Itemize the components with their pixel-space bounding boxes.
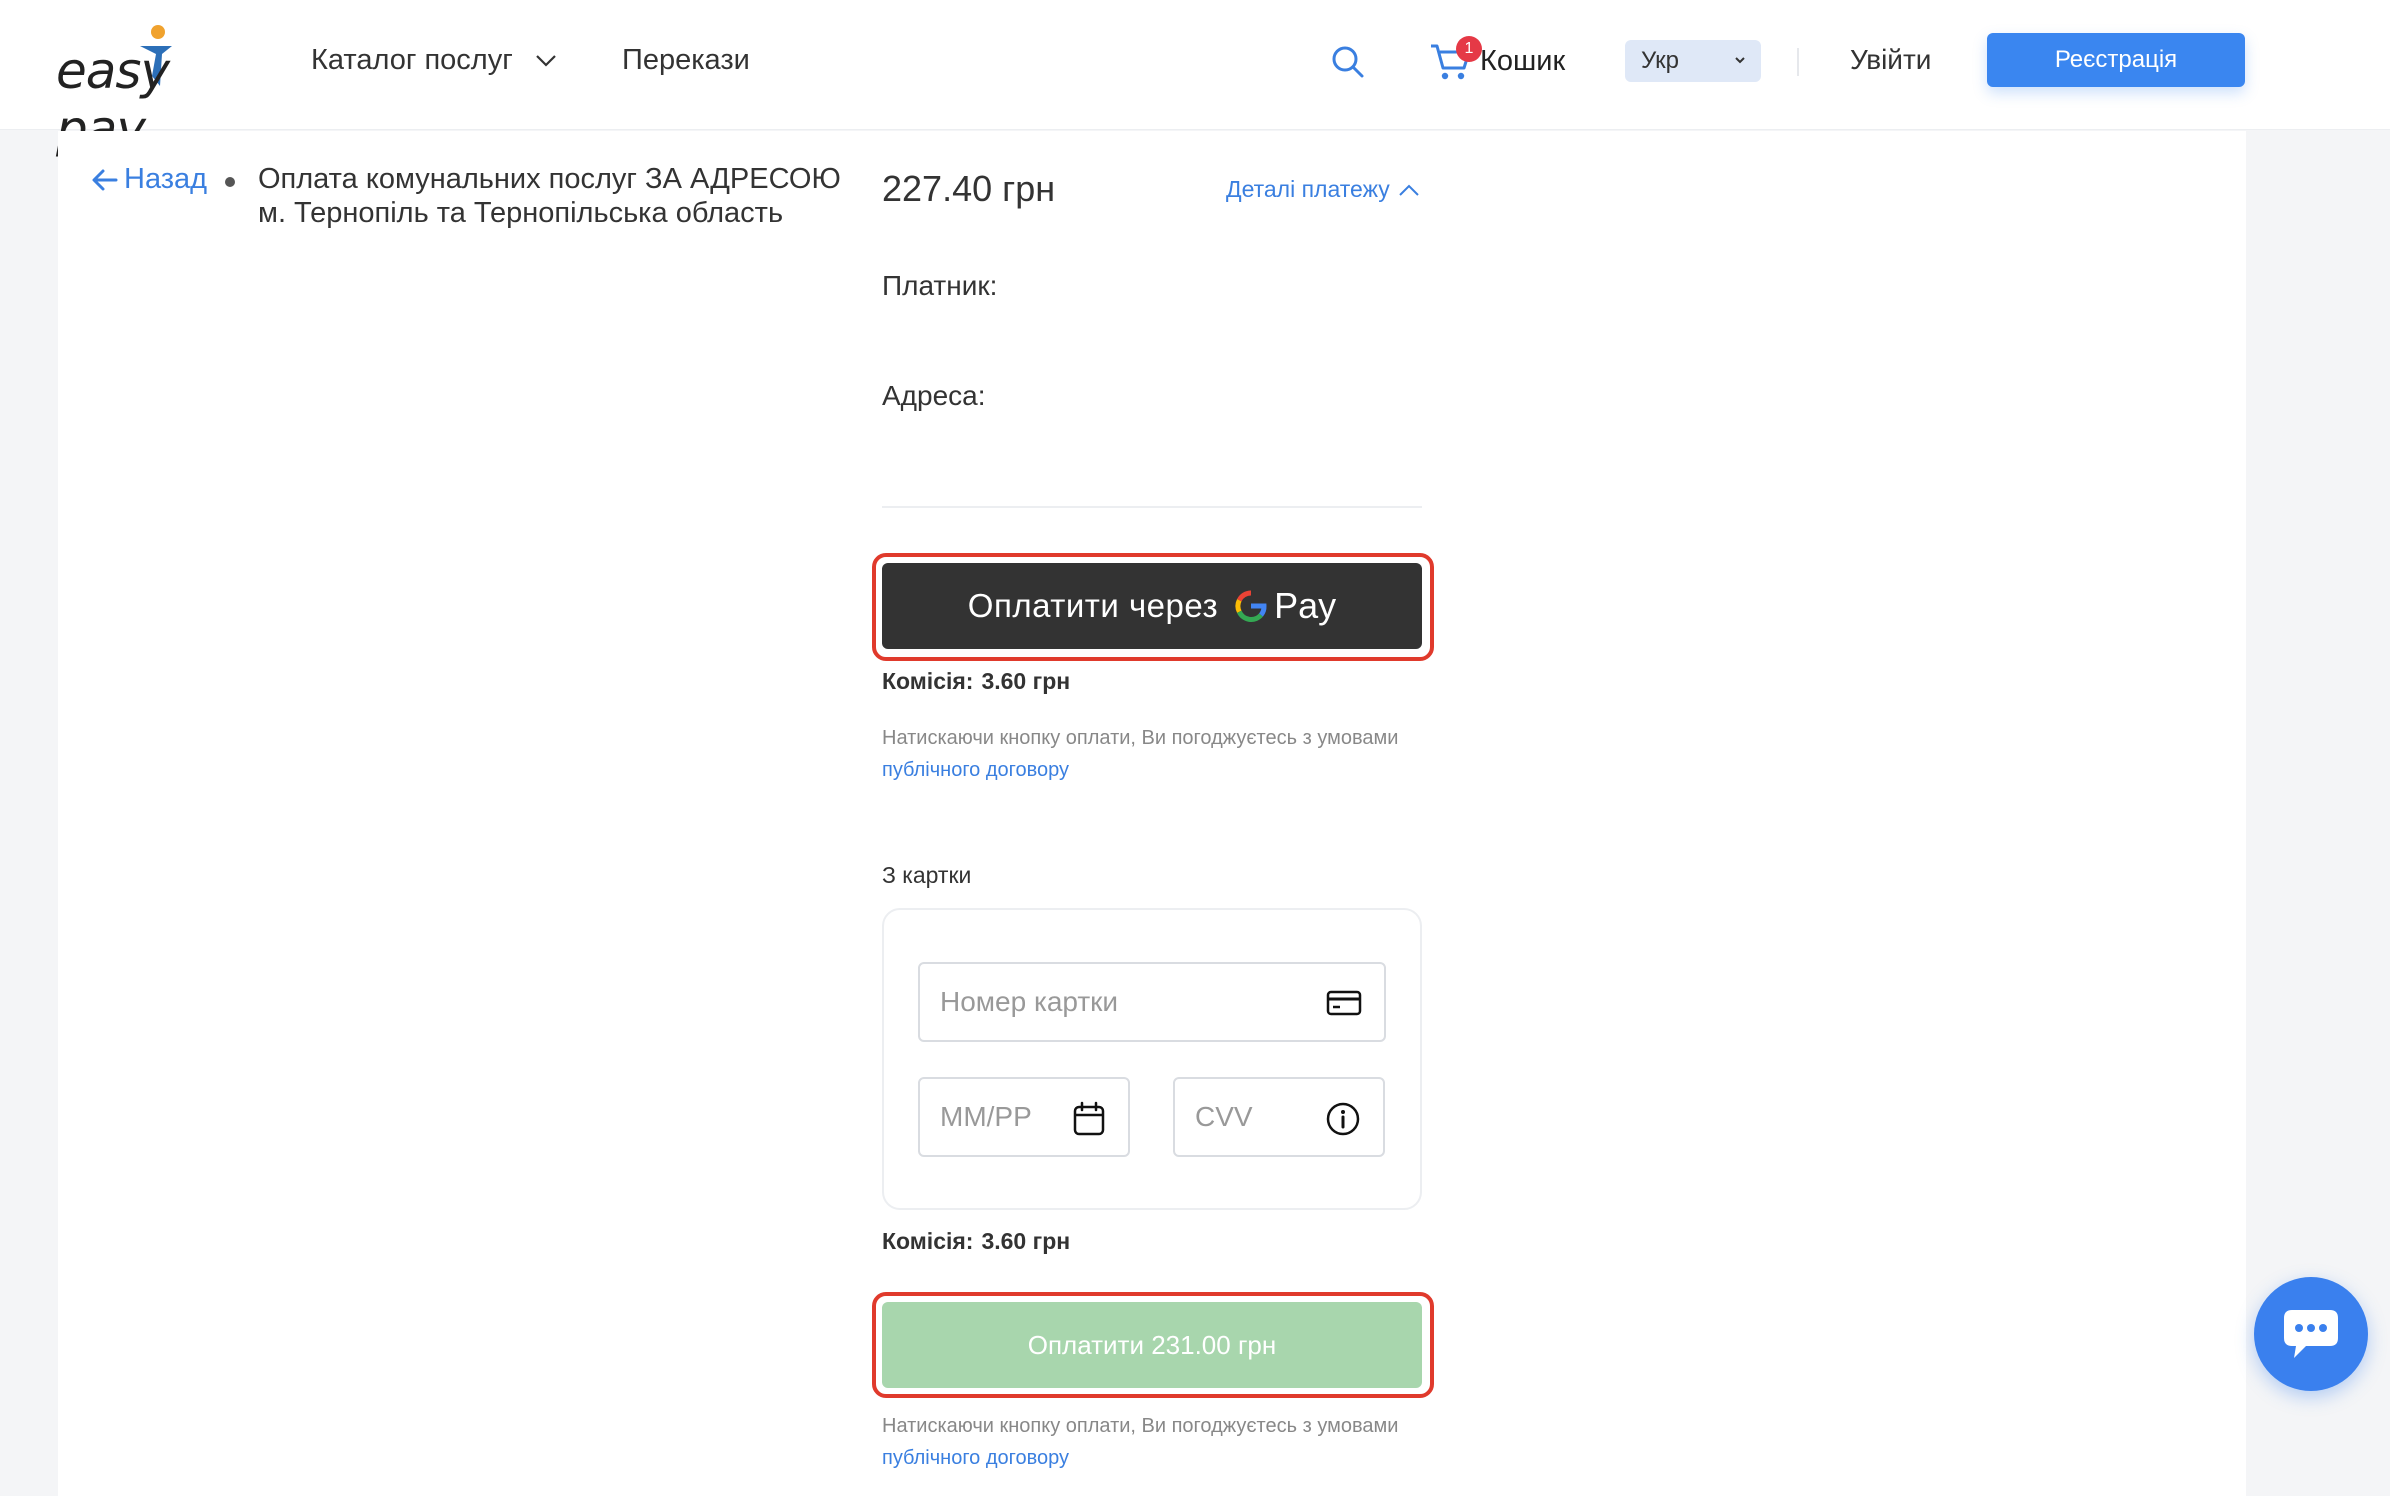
cvv-placeholder: CVV xyxy=(1195,1101,1253,1132)
back-label: Назад xyxy=(124,163,208,195)
header-divider xyxy=(1797,48,1799,76)
calendar-icon xyxy=(1073,1101,1105,1136)
address-label: Адреса: xyxy=(882,380,986,411)
chat-button[interactable] xyxy=(2254,1277,2368,1391)
credit-card-icon xyxy=(1326,990,1362,1016)
expiry-placeholder: ММ/РР xyxy=(940,1101,1032,1132)
search-button[interactable] xyxy=(1328,42,1368,82)
details-separator xyxy=(882,506,1422,508)
login-link[interactable]: Увійти xyxy=(1850,44,1931,76)
payment-amount: 227.40 грн xyxy=(882,168,1056,209)
arrow-left-icon xyxy=(92,169,118,190)
commission-label: Комісія: xyxy=(882,1228,974,1254)
nav-transfers[interactable]: Перекази xyxy=(622,44,750,77)
public-contract-link[interactable]: публічного договору xyxy=(882,1447,1069,1469)
agreement-text: Натискаючи кнопку оплати, Ви погоджуєтес… xyxy=(882,727,1399,749)
agreement-text: Натискаючи кнопку оплати, Ви погоджуєтес… xyxy=(882,1415,1399,1437)
card-number-placeholder: Номер картки xyxy=(940,986,1119,1017)
back-link[interactable]: Назад xyxy=(90,163,207,196)
cart-icon: 1 xyxy=(1428,36,1482,84)
card-commission: Комісія: 3.60 грн xyxy=(882,1228,1070,1255)
agreement-note: Натискаючи кнопку оплати, Ви погоджуєтес… xyxy=(882,1410,1402,1474)
cart-label: Кошик xyxy=(1480,44,1566,77)
google-g-icon xyxy=(1235,590,1267,622)
commission-value: 3.60 грн xyxy=(981,668,1071,694)
header: easy pay Каталог послуг Перекази 1 Кошик… xyxy=(0,0,2390,158)
payer-label: Платник: xyxy=(882,270,998,301)
cart-button[interactable]: 1 Кошик xyxy=(1428,36,1565,86)
breadcrumb-separator xyxy=(225,177,235,187)
from-card-label: З картки xyxy=(882,862,972,888)
pay-button[interactable]: Оплатити 231.00 грн xyxy=(882,1302,1422,1388)
chevron-down-icon xyxy=(536,55,556,67)
register-button[interactable]: Реєстрація xyxy=(1987,33,2245,87)
service-title: Оплата комунальних послуг ЗА АДРЕСОЮ м. … xyxy=(258,163,841,229)
agreement-note: Натискаючи кнопку оплати, Ви погоджуєтес… xyxy=(882,722,1402,786)
nav-catalog[interactable]: Каталог послуг xyxy=(311,44,557,77)
cvv-input[interactable]: CVV xyxy=(1173,1077,1385,1157)
public-contract-link[interactable]: публічного договору xyxy=(882,759,1069,781)
chevron-down-icon xyxy=(1735,57,1745,64)
chat-icon xyxy=(2284,1310,2338,1358)
expiry-input[interactable]: ММ/РР xyxy=(918,1077,1130,1157)
gpay-commission: Комісія: 3.60 грн xyxy=(882,668,1070,695)
easypay-logo[interactable]: easy pay xyxy=(56,24,241,158)
info-icon[interactable] xyxy=(1325,1101,1361,1137)
payment-details-toggle[interactable]: Деталі платежу xyxy=(1226,176,1420,203)
search-icon xyxy=(1332,46,1364,78)
commission-label: Комісія: xyxy=(882,668,974,694)
card-number-input[interactable]: Номер картки xyxy=(918,962,1386,1042)
gpay-brand: Pay xyxy=(1274,585,1337,626)
gpay-prefix: Оплатити через xyxy=(967,587,1219,624)
card-form xyxy=(882,908,1422,1210)
language-selected: Укр xyxy=(1641,47,1680,74)
chevron-up-icon xyxy=(1399,184,1419,196)
nav-catalog-label: Каталог послуг xyxy=(311,44,513,76)
cart-count-badge: 1 xyxy=(1456,36,1482,62)
gpay-button[interactable]: Оплатити через Pay xyxy=(882,563,1422,649)
language-select[interactable]: Укр xyxy=(1625,40,1761,82)
payment-details-label: Деталі платежу xyxy=(1226,176,1390,202)
commission-value: 3.60 грн xyxy=(981,1228,1071,1254)
